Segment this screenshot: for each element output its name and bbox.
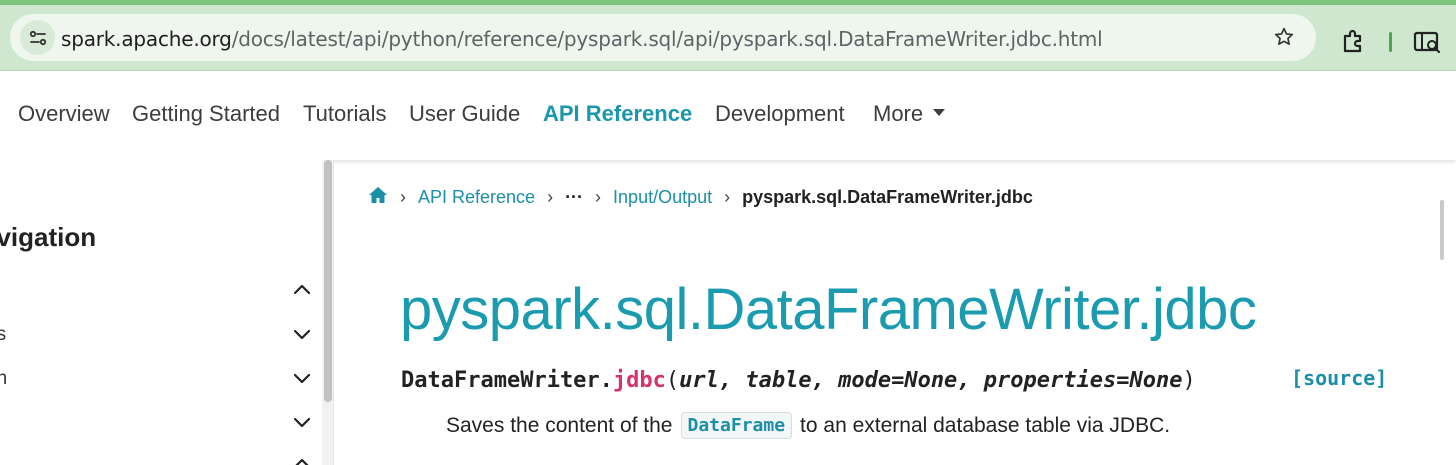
nav-api-reference[interactable]: API Reference [543,101,692,127]
signature-params: url, table, mode=None, properties=None [679,368,1183,393]
sidebar-scrollbar-thumb[interactable] [324,160,332,402]
sidebar-item-label[interactable]: es [0,324,6,346]
chevron-down-icon[interactable] [292,328,312,342]
nav-overview[interactable]: Overview [18,101,110,127]
nav-user-guide[interactable]: User Guide [409,101,520,127]
url-text[interactable]: spark.apache.org/docs/latest/api/python/… [61,27,1103,51]
breadcrumb-ellipsis[interactable]: ··· [565,187,583,208]
sidebar-scrollbar[interactable] [322,160,334,465]
sidebar-navigation: avigation es on n t [0,160,322,465]
site-info-icon[interactable] [20,20,55,55]
browser-toolbar: spark.apache.org/docs/latest/api/python/… [0,0,1456,71]
page-title: pyspark.sql.DataFrameWriter.jdbc [400,277,1257,342]
breadcrumb-input-output[interactable]: Input/Output [613,187,712,208]
nav-tutorials[interactable]: Tutorials [303,101,387,127]
site-navbar: Overview Getting Started Tutorials User … [0,71,1456,160]
nav-more-label: More [873,101,924,126]
source-link[interactable]: [source] [1291,366,1387,390]
breadcrumb-current: pyspark.sql.DataFrameWriter.jdbc [742,186,1033,207]
extensions-icon[interactable] [1340,27,1368,55]
breadcrumb: › API Reference › ··· › Input/Output › p… [368,185,1033,209]
dataframe-code-link[interactable]: DataFrame [680,412,793,439]
caret-down-icon [933,108,946,116]
sidebar-title: avigation [0,222,97,252]
nav-more-dropdown[interactable]: More [873,101,946,127]
sidebar-item-label[interactable]: on [0,368,7,390]
description-text-before: Saves the content of the [446,413,673,437]
signature-close-paren: ) [1182,368,1196,393]
breadcrumb-api-reference[interactable]: API Reference [418,187,535,208]
breadcrumb-separator: › [400,186,406,207]
signature-open-paren: ( [665,368,680,393]
address-bar[interactable]: spark.apache.org/docs/latest/api/python/… [10,14,1316,61]
page-scrollbar[interactable] [1440,200,1444,260]
function-description: Saves the content of the DataFrame to an… [446,412,1170,439]
chevron-down-icon[interactable] [292,416,312,430]
nav-development[interactable]: Development [715,101,845,127]
url-host: spark.apache.org [61,27,232,51]
nav-getting-started[interactable]: Getting Started [132,101,280,127]
breadcrumb-separator: › [595,186,602,207]
toolbar-divider [1389,32,1392,52]
description-text-after: to an external database table via JDBC. [800,413,1171,437]
bookmark-star-icon[interactable] [1272,25,1296,49]
breadcrumb-separator: › [547,186,554,207]
function-signature: DataFrameWriter.jdbc(url, table, mode=No… [401,368,1196,393]
home-icon[interactable] [368,186,388,209]
chevron-up-icon[interactable] [292,282,312,296]
chevron-down-icon[interactable] [292,372,312,386]
side-panel-icon[interactable] [1413,30,1443,56]
chevron-up-icon[interactable] [292,456,312,465]
url-path: /docs/latest/api/python/reference/pyspar… [231,27,1103,51]
signature-function-name: jdbc [612,368,666,393]
breadcrumb-separator: › [724,186,731,207]
signature-class: DataFrameWriter. [401,368,613,393]
